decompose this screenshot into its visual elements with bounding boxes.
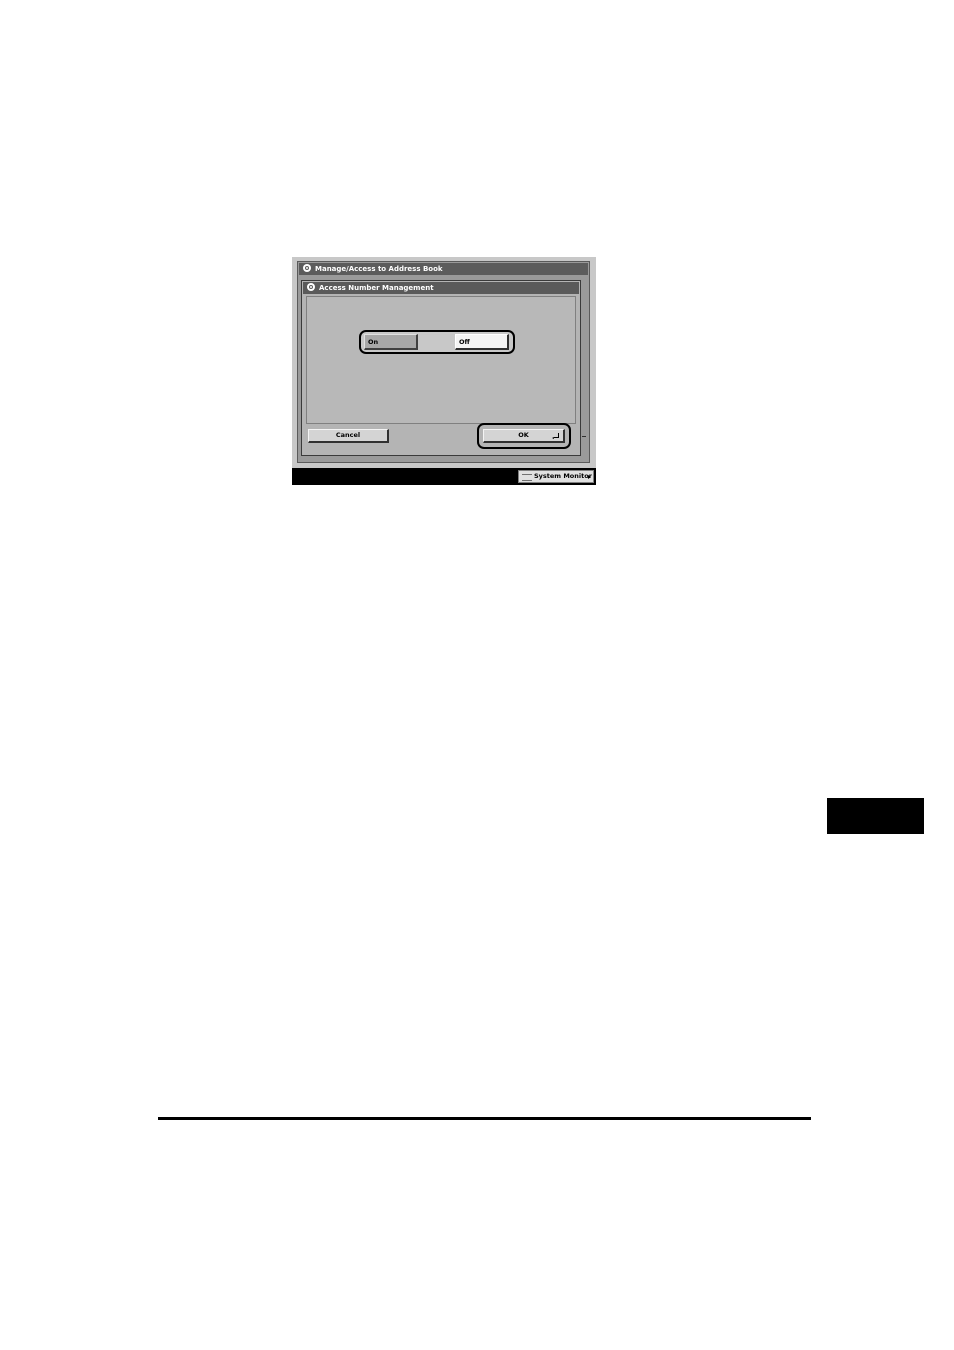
- ok-button-highlight: OK: [477, 423, 571, 449]
- settings-icon: [303, 264, 311, 272]
- divider-tick: [582, 436, 586, 437]
- monitor-icon: [522, 474, 532, 481]
- on-off-toggle: On Off: [359, 330, 515, 354]
- device-screen: Manage/Access to Address Book Access Num…: [292, 257, 596, 485]
- footer-rule: [158, 1117, 811, 1120]
- enter-icon: [552, 433, 559, 439]
- on-button[interactable]: On: [364, 334, 418, 350]
- dialog-content-area: [306, 296, 576, 424]
- ok-label: OK: [518, 431, 529, 439]
- ok-button[interactable]: OK: [483, 429, 565, 443]
- outer-title-bar: Manage/Access to Address Book: [299, 263, 588, 275]
- outer-title: Manage/Access to Address Book: [315, 265, 443, 273]
- status-bar: System Monitor: [292, 468, 596, 485]
- system-monitor-label: System Monitor: [534, 472, 592, 480]
- off-button[interactable]: Off: [455, 334, 509, 350]
- access-number-dialog: Access Number Management On Off Cancel O…: [301, 280, 581, 456]
- cancel-button[interactable]: Cancel: [308, 429, 389, 443]
- dialog-title: Access Number Management: [319, 284, 434, 292]
- dialog-title-bar: Access Number Management: [303, 282, 579, 294]
- chapter-tab: [827, 798, 924, 834]
- settings-icon: [307, 283, 315, 291]
- system-monitor-button[interactable]: System Monitor: [518, 470, 594, 483]
- arrow-right-icon: [588, 475, 591, 479]
